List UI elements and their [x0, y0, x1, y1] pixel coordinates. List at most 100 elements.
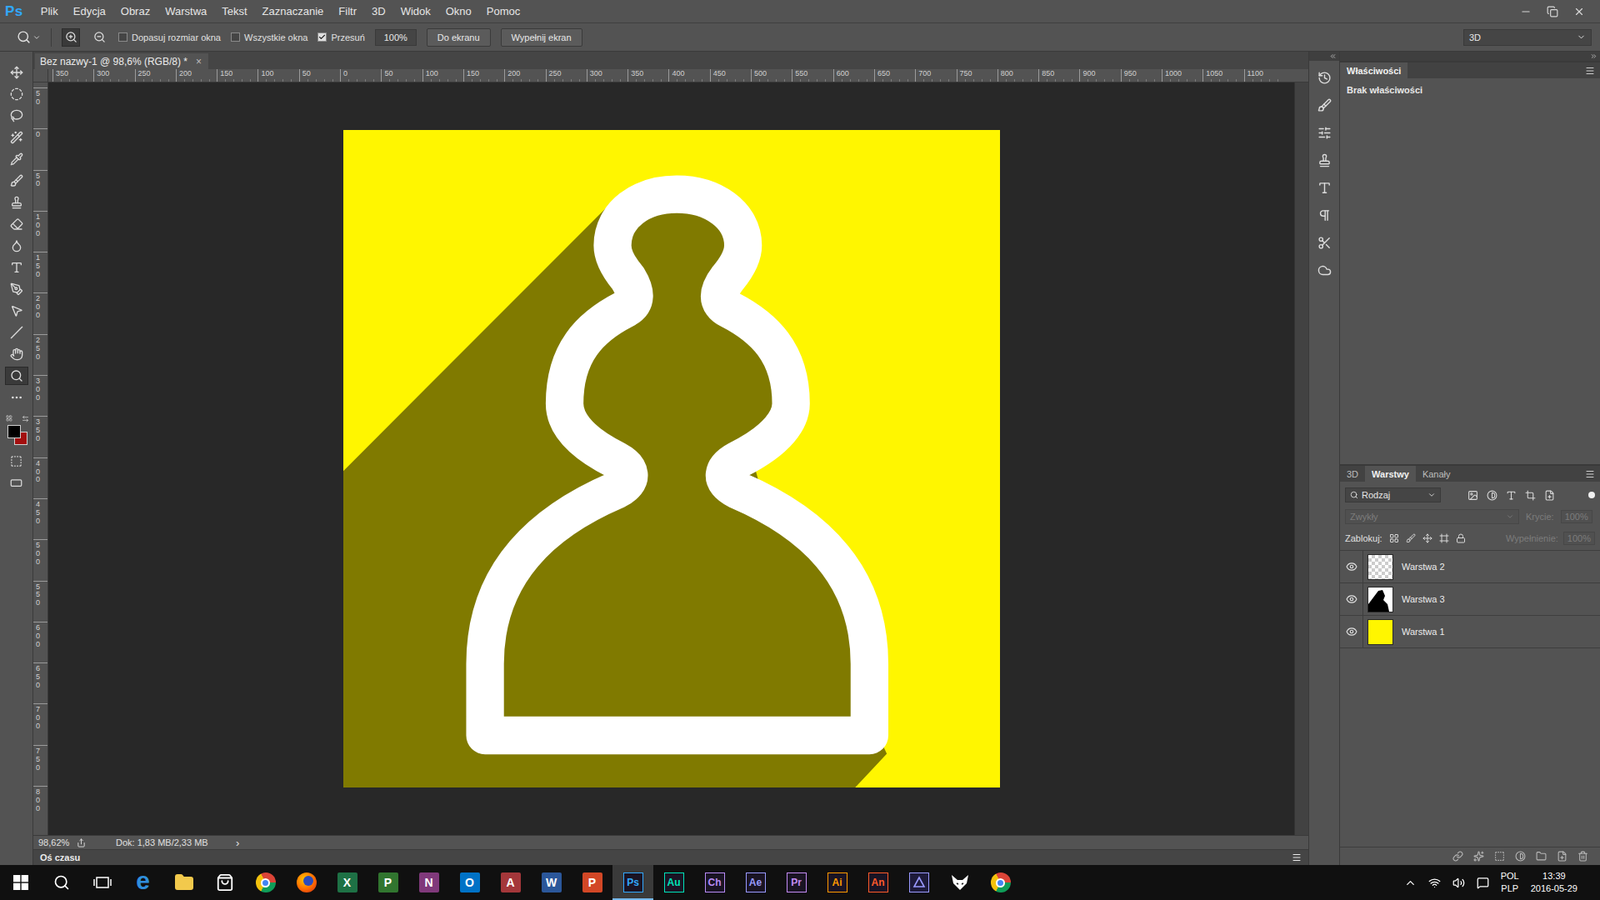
lock-transparency-icon[interactable]: [1389, 533, 1400, 544]
blend-mode-select[interactable]: Zwykły: [1345, 509, 1520, 525]
taskbar-app[interactable]: e: [122, 865, 164, 900]
menu-item[interactable]: Warstwa: [157, 5, 215, 18]
history-icon[interactable]: [1317, 70, 1332, 85]
layer-row[interactable]: Warstwa 2: [1340, 550, 1600, 584]
tool-button[interactable]: [5, 258, 29, 277]
document-tab[interactable]: Bez nazwy-1 @ 98,6% (RGB/8) *×: [35, 53, 209, 70]
menu-item[interactable]: Okno: [438, 5, 480, 18]
tool-presets-icon[interactable]: [1317, 235, 1332, 250]
checkbox[interactable]: [317, 32, 327, 42]
menu-item[interactable]: Edycja: [65, 5, 114, 18]
tool-button[interactable]: [5, 345, 29, 364]
lock-all-icon[interactable]: [1455, 533, 1466, 544]
minimize-icon[interactable]: [1520, 5, 1532, 18]
taskbar-app[interactable]: Ai: [816, 865, 858, 900]
status-zoom[interactable]: 98,62%: [38, 837, 77, 848]
tool-button[interactable]: [5, 323, 29, 342]
tool-button[interactable]: [5, 193, 29, 212]
panel-tab[interactable]: Kanały: [1415, 465, 1458, 482]
option-checkbox[interactable]: Przesuń: [317, 32, 365, 43]
pawn-artwork[interactable]: [343, 130, 1000, 788]
libraries-icon[interactable]: [1317, 263, 1332, 278]
taskbar-app[interactable]: Pr: [775, 865, 817, 900]
vertical-scrollbar[interactable]: [1294, 82, 1309, 835]
network-icon[interactable]: [1428, 876, 1441, 890]
adjustment-layer-icon[interactable]: [1515, 850, 1526, 862]
tool-button[interactable]: [5, 388, 29, 407]
add-mask-icon[interactable]: [1494, 850, 1505, 862]
group-icon[interactable]: [1535, 850, 1547, 862]
menu-item[interactable]: Widok: [393, 5, 439, 18]
export-icon[interactable]: [76, 838, 86, 848]
taskbar-app[interactable]: [0, 865, 41, 900]
workspace-select[interactable]: 3D: [1463, 29, 1592, 46]
tool-button[interactable]: [5, 85, 29, 104]
language-indicator[interactable]: POLPLP: [1500, 870, 1520, 895]
taskbar-app[interactable]: P: [571, 865, 613, 900]
checkbox[interactable]: [230, 32, 240, 42]
taskbar-app[interactable]: Ch: [694, 865, 735, 900]
fill-field[interactable]: 100%: [1563, 531, 1595, 545]
taskbar-app[interactable]: [939, 865, 980, 900]
color-swatches[interactable]: [4, 415, 30, 449]
visibility-toggle[interactable]: [1340, 583, 1364, 615]
horizontal-ruler[interactable]: 3503002502001501005005010015020025030035…: [48, 69, 1309, 83]
close-icon[interactable]: [1573, 5, 1585, 18]
menu-item[interactable]: Tekst: [214, 5, 255, 18]
status-menu-arrow[interactable]: ›: [235, 836, 240, 850]
tool-button[interactable]: [5, 128, 29, 147]
zoom-field[interactable]: 100%: [375, 29, 417, 46]
vertical-ruler[interactable]: 5005010015020025030035040045050055060065…: [33, 82, 49, 835]
timeline-panel[interactable]: Oś czasu: [33, 849, 1309, 865]
menu-item[interactable]: Obraz: [113, 5, 158, 18]
pixel-filter-icon[interactable]: [1467, 490, 1479, 501]
paragraph-icon[interactable]: [1317, 208, 1332, 223]
adjustment-filter-icon[interactable]: [1486, 490, 1498, 501]
lock-pixels-icon[interactable]: [1405, 533, 1416, 544]
tab-close-button[interactable]: ×: [195, 55, 202, 68]
dock-grip[interactable]: [1340, 51, 1600, 61]
foreground-color[interactable]: [7, 425, 21, 439]
filter-toggle[interactable]: [1588, 491, 1595, 499]
chevron-up-icon[interactable]: [1404, 876, 1417, 890]
taskbar-app[interactable]: P: [367, 865, 409, 900]
tool-button[interactable]: [5, 301, 29, 320]
tool-button[interactable]: [5, 236, 29, 255]
taskbar-app[interactable]: [163, 865, 205, 900]
layer-row[interactable]: Warstwa 3: [1340, 583, 1600, 616]
taskbar-app[interactable]: [898, 865, 940, 900]
brush-presets-icon[interactable]: [1317, 98, 1332, 113]
adjustments-icon[interactable]: [1317, 125, 1332, 140]
new-layer-icon[interactable]: [1556, 850, 1568, 862]
panel-tab[interactable]: 3D: [1340, 465, 1365, 482]
layer-row[interactable]: Warstwa 1: [1340, 615, 1600, 649]
layer-filter-select[interactable]: Rodzaj: [1345, 487, 1441, 503]
layer-style-icon[interactable]: [1473, 850, 1485, 862]
type-filter-icon[interactable]: [1505, 490, 1517, 501]
swap-colors[interactable]: [21, 415, 30, 423]
tool-button[interactable]: [5, 215, 29, 234]
clock[interactable]: 13:392016-05-29: [1530, 870, 1578, 895]
tool-preset-picker[interactable]: [16, 30, 41, 45]
visibility-toggle[interactable]: [1340, 550, 1364, 583]
taskbar-app[interactable]: N: [408, 865, 450, 900]
taskbar-app[interactable]: [980, 865, 1021, 900]
shape-filter-icon[interactable]: [1525, 490, 1536, 501]
tool-button[interactable]: [5, 106, 29, 125]
taskbar-app[interactable]: Au: [653, 865, 695, 900]
delete-layer-icon[interactable]: [1577, 850, 1589, 862]
taskbar-app[interactable]: [204, 865, 245, 900]
default-colors[interactable]: [5, 415, 13, 422]
menu-item[interactable]: 3D: [364, 5, 394, 18]
ruler-corner[interactable]: [33, 69, 49, 83]
panel-menu[interactable]: [1585, 469, 1595, 480]
taskbar-app[interactable]: Ps: [612, 865, 654, 900]
tool-button[interactable]: [5, 366, 29, 385]
taskbar-app[interactable]: An: [857, 865, 899, 900]
tool-button[interactable]: [5, 150, 29, 169]
option-checkbox[interactable]: Dopasuj rozmiar okna: [118, 32, 221, 43]
smart-object-filter-icon[interactable]: [1544, 490, 1555, 501]
menu-item[interactable]: Filtr: [330, 5, 365, 18]
character-icon[interactable]: [1317, 180, 1332, 195]
dock-grip[interactable]: [1309, 51, 1340, 61]
